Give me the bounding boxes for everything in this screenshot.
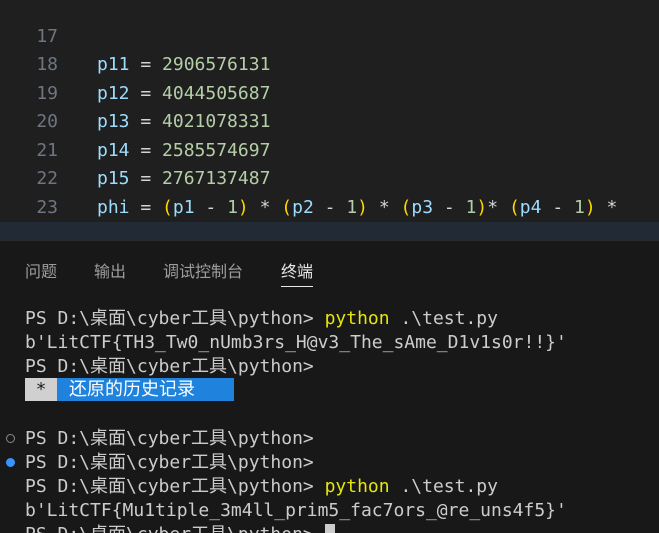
- prompt: PS D:\桌面\cyber工具\python>: [25, 524, 325, 533]
- code-line[interactable]: 18 p12 = 4044505687: [0, 23, 659, 104]
- terminal-output: b'LitCTF{TH3_Tw0_nUmb3rs_H@v3_The_sAme_D…: [25, 332, 567, 353]
- bottom-panel: 问题 输出 调试控制台 终端 PS D:\桌面\cyber工具\python> …: [0, 240, 659, 533]
- code-line[interactable]: 20 p14 = 2585574697: [0, 80, 659, 161]
- prompt: PS D:\桌面\cyber工具\python>: [25, 308, 325, 329]
- prompt: PS D:\桌面\cyber工具\python>: [25, 452, 325, 473]
- terminal-output: b'LitCTF{Mu1tiple_3m4ll_prim5_fac7ors_@r…: [25, 500, 567, 521]
- terminal-line: PS D:\桌面\cyber工具\python> python .\test.p…: [25, 475, 498, 499]
- command-args: .\test.py: [389, 476, 498, 497]
- terminal-line: PS D:\桌面\cyber工具\python>: [25, 427, 325, 451]
- command-decoration-icon[interactable]: [6, 434, 15, 443]
- history-star: *: [25, 378, 57, 401]
- code-line[interactable]: 22 phi = (p1 - 1) * (p2 - 1) * (p3 - 1)*…: [0, 137, 659, 218]
- code-line[interactable]: 17 p11 = 2906576131: [0, 0, 659, 76]
- terminal-line: PS D:\桌面\cyber工具\python>: [25, 355, 325, 379]
- tab-output[interactable]: 输出: [94, 258, 126, 282]
- code-editor[interactable]: 17 p11 = 2906576131 18 p12 = 4044505687 …: [0, 0, 659, 240]
- code-line[interactable]: 21 p15 = 2767137487: [0, 108, 659, 190]
- tab-terminal[interactable]: 终端: [281, 258, 314, 287]
- terminal-line: PS D:\桌面\cyber工具\python> python .\test.p…: [25, 307, 498, 331]
- prompt: PS D:\桌面\cyber工具\python>: [25, 356, 325, 377]
- tab-terminal-label: 终端: [281, 262, 314, 281]
- code-line-current[interactable]: 25 print (long_to_bytes(m)): [0, 222, 659, 240]
- command-success-icon[interactable]: [6, 458, 15, 467]
- terminal-cursor: [324, 524, 335, 533]
- code-line[interactable]: 19 p13 = 4021078331: [0, 51, 659, 133]
- command: python: [324, 476, 390, 497]
- command: python: [324, 308, 390, 329]
- prompt: PS D:\桌面\cyber工具\python>: [25, 428, 325, 449]
- terminal-line: PS D:\桌面\cyber工具\python>: [25, 451, 325, 475]
- prompt: PS D:\桌面\cyber工具\python>: [25, 476, 325, 497]
- panel-tabs: 问题 输出 调试控制台 终端: [0, 241, 659, 297]
- code-line[interactable]: 24 m = pow(c, d, n): [0, 194, 659, 240]
- tab-debug-console[interactable]: 调试控制台: [163, 258, 243, 282]
- command-args: .\test.py: [389, 308, 498, 329]
- code-line[interactable]: 23 d = gmpy2.invert(e, phi): [0, 165, 659, 241]
- terminal-line-current[interactable]: PS D:\桌面\cyber工具\python>: [25, 523, 335, 533]
- history-label: 还原的历史记录: [57, 378, 234, 401]
- vscode-window: 17 p11 = 2906576131 18 p12 = 4044505687 …: [0, 0, 659, 533]
- active-tab-indicator: [281, 286, 314, 287]
- tab-problems[interactable]: 问题: [25, 258, 57, 282]
